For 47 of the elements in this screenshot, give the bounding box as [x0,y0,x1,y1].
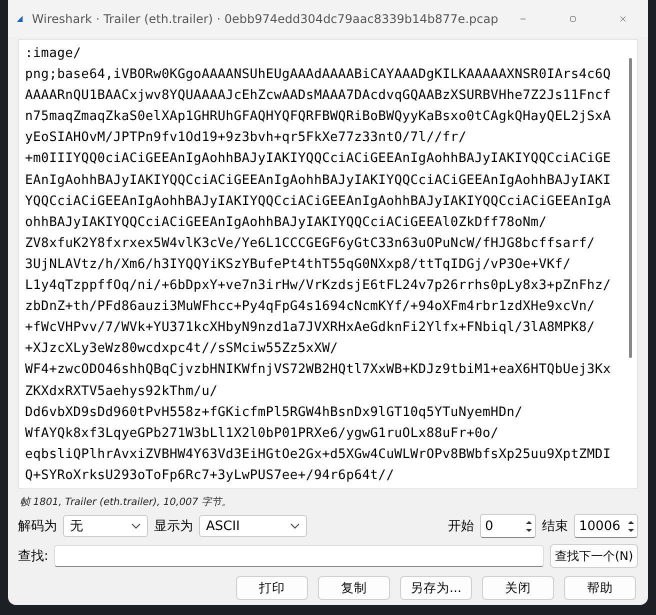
text-line: n75maqZmaqZkaS0elXAp1GHRUhGFAQHYQFQRFBWQRiBoBWQyyKaBsxo0tCAgkQHayQEL2jSxA [25,108,612,126]
scrollbar-thumb[interactable] [629,58,632,358]
dialog-button[interactable]: 帮助 [564,576,636,600]
text-line: yEoSIAHOvM/JPTPn9fv1Od19+9z3bvh+qr5FkXe77z33ntO/7l//fr/ [25,129,468,148]
end-spinbox[interactable]: 10006 [574,514,638,538]
text-line: YQQCciACiGEEAnIgAohhBAJyIAKIYQQCciACiGEEAnIgAohhBAJyIAKIYQQCciACiGEEAnIgA [25,192,612,211]
dialog-button[interactable]: 复制 [318,576,390,600]
text-line: +m0IIIYQQ0ciACiGEEAnIgAohhBAJyIAKIYQQCciACiGEEAnIgAohhBAJyIAKIYQQCciACiGE [25,150,612,168]
window-title: Wireshark · Trailer (eth.trailer) · 0ebb974edd304dc79aac8339b14b877e.pcap [32,12,498,26]
find-label: 查找: [18,548,48,565]
text-line: ohhBAJyIAKIYQQCciACiGEEAnIgAohhBAJyIAKIYQQCciACiGEEAl0ZkDff78oNm/ [25,214,548,232]
start-label: 开始 [448,518,474,535]
text-line: :image/ [25,45,82,63]
up-arrow-icon[interactable] [525,520,533,524]
find-field[interactable] [54,545,544,567]
decode-label: 解码为 [18,518,57,535]
dialog-button[interactable]: 打印 [236,576,308,600]
content-view[interactable] [18,39,638,489]
text-line: EAnIgAohhBAJyIAKIYQQCciACiGEEAnIgAohhBAJyIAKIYQQCciACiGEEAnIgAohhBAJyIAKI [25,172,612,190]
text-line: +XJzcXLy3eWz80wcdxpc4t//sSMciw55Zz5xXW/ [25,340,340,358]
text-line: eqbsliQPlhrAvxiZVBHW4Y63Vd3EiHGtOe2Gx+d5XGw4CuWLWrOPv8BWbfsXp25uu9XptZMDI [25,446,612,464]
show-as-dropdown[interactable]: ASCII [199,515,307,537]
down-arrow-icon[interactable] [627,528,635,532]
up-arrow-icon[interactable] [627,520,635,524]
text-line: png;base64,iVBORw0KGgoAAAANSUhEUgAAAdAAAABiCAYAAADgKILKAAAAAXNSR0IArs4c6Q [25,66,612,84]
text-line: ZV8xfuK2Y8fxrxex5W4vlK3cVe/Ye6L1CCCGEGF6yGtC33n63uOPuNcW/fHJG8bcffsarf/ [25,234,596,253]
decode-dropdown[interactable]: 无 [63,515,148,537]
text-line: zbDnZ+th/PFd86auzi3MuWFhcc+Py4qFpG4s1694cNcmKYf/+94oXFm4rbr1zdXHe9xcVn/ [25,298,596,316]
down-arrow-icon[interactable] [525,528,533,532]
chevron-down-icon [131,523,141,529]
status-text: 帧 1801, Trailer (eth.trailer), 10,007 字节。 [20,496,232,509]
end-label: 结束 [542,518,568,535]
text-line: ZKXdxRXTV5aehys92kThm/u/ [25,382,219,400]
start-spinbox[interactable]: 0 [480,514,536,538]
text-line: AAAARnQU1BAACxjwv8YQUAAAAJcEhZcwAADsMAAA7DAcdvqGQAABzXSURBVHhe7Z2Js11Fncf [25,87,612,106]
text-line: WfAYQk8xf3LqyeGPb271W3bLl1X2l0bP01PRXe6/ygwG1ruOLx88uFr+0o/ [25,424,500,443]
text-line: 3UjNLAVtz/h/Xm6/h3IYQQYiKSzYBufePt4thT55qG0NXxp8/ttTqIDGj/vP3Oe+VKf/ [25,256,572,274]
dialog-button[interactable]: 关闭 [482,576,554,600]
dialog-button[interactable]: 另存为... [400,576,472,600]
show-as-label: 显示为 [154,518,193,535]
text-line: WF4+zwcODO46shhQBqCjvzbHNIKWfnjVS72WB2HQtl7XxWB+KDJz9tbiM1+eaX6HTQbUej3Kx [25,361,612,380]
chevron-down-icon [290,523,300,529]
text-line: Q+SYRoXrksU293oToFp6Rc7+3yLwPUS7ee+/94r6p64t// [25,466,396,485]
text-line: +fWcVHPvv/7/WVk+YU371kcXHbyN9nzd1a7JVXRHxAeGdknFi2Ylfx+FNbiql/3lA8MPK8/ [25,319,596,338]
find-next-button[interactable]: 查找下一个(N) [550,544,638,568]
text-line: Dd6vbXD9sDd960tPvH558z+fGKicfmPl5RGW4hBsnDx9lGT10q5YTuNyemHDn/ [25,404,524,422]
text-line: L1y4qTzppffOq/ni/+6bDpxY+ve7n3irHw/VrKzdsjE6tFL24v7p26rrhs0pLy8x3+pZnFhz/ [25,277,612,296]
